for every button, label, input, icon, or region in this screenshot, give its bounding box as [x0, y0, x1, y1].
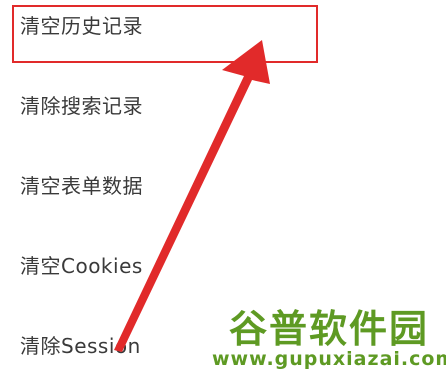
menu-item-label: 清空历史记录	[20, 13, 143, 38]
clear-form-data-item[interactable]: 清空表单数据	[0, 154, 446, 214]
clear-history-item[interactable]: 清空历史记录	[0, 0, 446, 54]
clear-cookies-item[interactable]: 清空Cookies	[0, 234, 446, 294]
menu-item-label: 清空Cookies	[20, 253, 143, 278]
menu-item-label: 清除搜索记录	[20, 93, 143, 118]
menu-item-label: 清除Session	[20, 333, 141, 358]
menu-item-label: 清空表单数据	[20, 173, 143, 198]
clear-session-item[interactable]: 清除Session	[0, 314, 446, 374]
clear-search-records-item[interactable]: 清除搜索记录	[0, 74, 446, 134]
